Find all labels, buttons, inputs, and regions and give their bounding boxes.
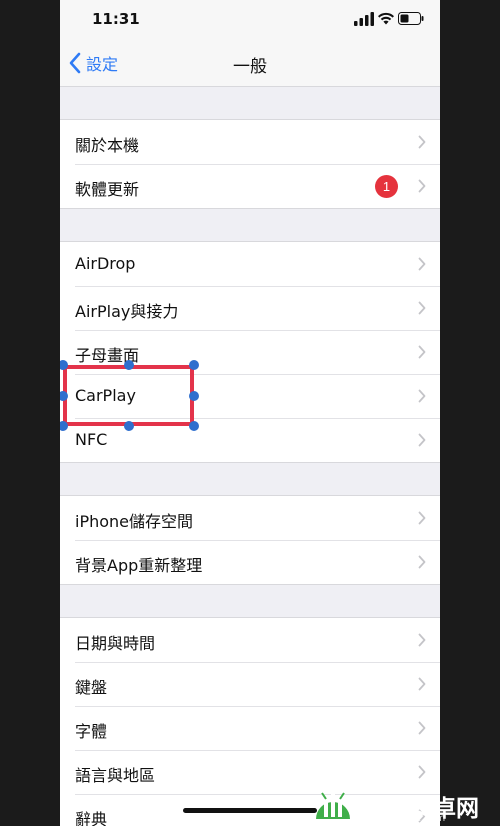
watermark-url: www.jytyaz.com <box>364 813 446 824</box>
chevron-right-icon <box>418 433 426 447</box>
chevron-right-icon <box>418 135 426 149</box>
annotation-highlight-box <box>63 365 194 426</box>
status-time: 11:31 <box>92 10 140 28</box>
navigation-bar: 設定 一般 <box>60 40 440 87</box>
chevron-right-icon <box>418 721 426 735</box>
status-bar: 11:31 <box>60 0 440 40</box>
chevron-right-icon <box>418 345 426 359</box>
selection-handle <box>124 421 134 431</box>
home-indicator[interactable] <box>183 808 317 813</box>
row-airdrop[interactable]: AirDrop <box>60 242 440 286</box>
page-title: 一般 <box>233 57 267 77</box>
notification-badge: 1 <box>375 175 398 198</box>
settings-group-storage: iPhone儲存空間 背景App重新整理 <box>60 495 440 585</box>
settings-group-connectivity: AirDrop AirPlay與接力 子母畫面 CarPlay NFC <box>60 241 440 463</box>
row-label: AirPlay與接力 <box>75 302 179 321</box>
chevron-right-icon <box>418 511 426 525</box>
chevron-right-icon <box>418 389 426 403</box>
phone-screen: 11:31 設定 一般 關於本機 軟體更新 1 AirDrop AirPlay與… <box>60 0 440 826</box>
row-label: iPhone儲存空間 <box>75 512 194 531</box>
selection-handle <box>189 360 199 370</box>
row-date-time[interactable]: 日期與時間 <box>60 618 440 662</box>
row-about[interactable]: 關於本機 <box>60 120 440 164</box>
chevron-right-icon <box>418 179 426 193</box>
selection-handle <box>189 421 199 431</box>
row-fonts[interactable]: 字體 <box>60 706 440 750</box>
chevron-right-icon <box>418 555 426 569</box>
chevron-right-icon <box>418 257 426 271</box>
row-airplay-handoff[interactable]: AirPlay與接力 <box>60 286 440 330</box>
row-iphone-storage[interactable]: iPhone儲存空間 <box>60 496 440 540</box>
row-label: 鍵盤 <box>75 678 108 697</box>
cellular-signal-icon <box>354 12 374 26</box>
selection-handle <box>189 391 199 401</box>
row-label: AirDrop <box>75 254 136 273</box>
row-label: 辭典 <box>75 810 108 826</box>
chevron-right-icon <box>418 633 426 647</box>
row-background-app-refresh[interactable]: 背景App重新整理 <box>60 540 440 584</box>
row-label: 語言與地區 <box>75 766 156 785</box>
row-keyboard[interactable]: 鍵盤 <box>60 662 440 706</box>
settings-group-about: 關於本機 軟體更新 1 <box>60 119 440 209</box>
row-label: 背景App重新整理 <box>75 556 203 575</box>
wifi-icon <box>378 12 394 25</box>
android-logo-icon <box>316 791 350 819</box>
row-label: 軟體更新 <box>75 180 140 199</box>
chevron-right-icon <box>418 677 426 691</box>
row-software-update[interactable]: 軟體更新 1 <box>60 164 440 208</box>
battery-icon <box>398 12 424 25</box>
row-label: 字體 <box>75 722 108 741</box>
chevron-right-icon <box>418 301 426 315</box>
watermark: 天源安卓网 www.jytyaz.com <box>308 783 494 824</box>
row-label: 關於本機 <box>75 136 140 155</box>
selection-handle <box>124 360 134 370</box>
row-label: 日期與時間 <box>75 634 156 653</box>
row-label: NFC <box>75 430 108 449</box>
chevron-right-icon <box>418 765 426 779</box>
